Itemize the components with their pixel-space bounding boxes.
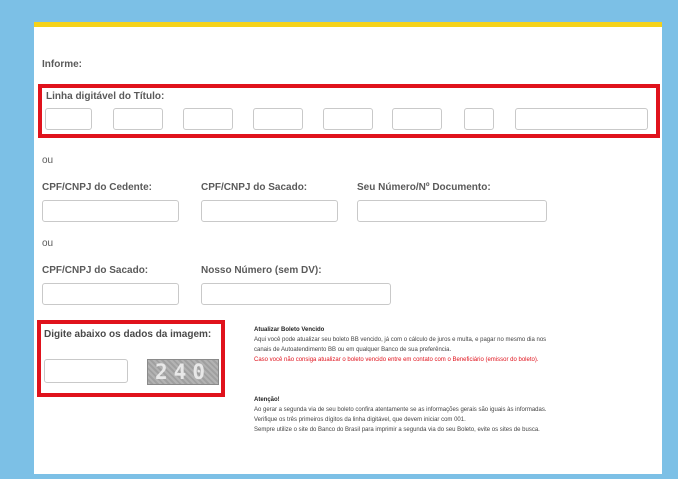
documento-input[interactable] [357, 200, 547, 222]
atencao-title: Atenção! [254, 397, 280, 403]
nosso-numero-label: Nosso Número (sem DV): [201, 265, 322, 276]
captcha-image: 240 [147, 359, 219, 385]
vencido-text-1: Aqui você pode atualizar seu boleto BB v… [254, 337, 547, 343]
linha-digitavel-field-6[interactable] [392, 108, 442, 130]
vencido-title: Atualizar Boleto Vencido [254, 327, 325, 333]
nosso-numero-input[interactable] [201, 283, 391, 305]
linha-digitavel-field-3[interactable] [183, 108, 233, 130]
sacado2-label: CPF/CNPJ do Sacado: [42, 265, 149, 276]
sacado-label: CPF/CNPJ do Sacado: [201, 182, 308, 193]
captcha-input[interactable] [44, 359, 128, 383]
sacado-input[interactable] [201, 200, 338, 222]
vencido-warning: Caso você não consiga atualizar o boleto… [254, 357, 539, 363]
boleto-form-panel: Informe: Linha digitável do Título: ou C… [34, 22, 662, 474]
linha-digitavel-field-1[interactable] [45, 108, 92, 130]
linha-digitavel-field-7[interactable] [464, 108, 494, 130]
atencao-text-1: Ao gerar a segunda via de seu boleto con… [254, 407, 547, 413]
atencao-text-3: Sempre utilize o site do Banco do Brasil… [254, 427, 540, 433]
vencido-text-2: canais de Autoatendimento BB ou em qualq… [254, 347, 452, 353]
linha-digitavel-field-8[interactable] [515, 108, 648, 130]
linha-digitavel-field-5[interactable] [323, 108, 373, 130]
captcha-label: Digite abaixo os dados da imagem: [44, 329, 212, 340]
intro-label: Informe: [42, 59, 82, 70]
ou-separator-1: ou [42, 155, 54, 166]
atencao-text-2: Verifique os três primeiros dígitos da l… [254, 417, 466, 423]
documento-label: Seu Número/Nº Documento: [357, 182, 491, 193]
vencido-info: Atualizar Boleto Vencido Aqui você pode … [254, 325, 654, 365]
sacado2-input[interactable] [42, 283, 179, 305]
linha-digitavel-field-4[interactable] [253, 108, 303, 130]
linha-digitavel-field-2[interactable] [113, 108, 163, 130]
atencao-info: Atenção! Ao gerar a segunda via de seu b… [254, 395, 654, 435]
cedente-label: CPF/CNPJ do Cedente: [42, 182, 153, 193]
cedente-input[interactable] [42, 200, 179, 222]
linha-digitavel-label: Linha digitável do Título: [46, 91, 165, 102]
ou-separator-2: ou [42, 238, 54, 249]
